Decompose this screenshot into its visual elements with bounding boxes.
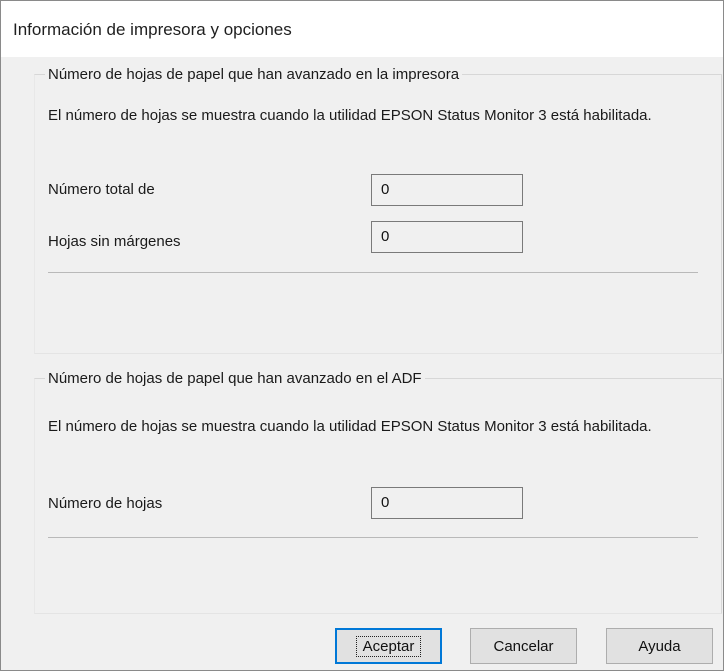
adf-sheets-group: Número de hojas de papel que han avanzad… — [34, 370, 722, 614]
title-bar: Información de impresora y opciones — [1, 1, 723, 57]
total-sheets-field: 0 — [371, 174, 523, 206]
borderless-sheets-label: Hojas sin márgenes — [48, 233, 181, 250]
borderless-sheets-field: 0 — [371, 221, 523, 253]
adf-group-note: El número de hojas se muestra cuando la … — [48, 418, 652, 435]
help-button[interactable]: Ayuda — [606, 628, 713, 664]
ok-button[interactable]: Aceptar — [335, 628, 442, 664]
adf-group-separator — [48, 537, 698, 538]
dialog-window: Información de impresora y opciones Núme… — [0, 0, 724, 671]
dialog-title: Información de impresora y opciones — [13, 20, 292, 39]
printer-group-legend: Número de hojas de papel que han avanzad… — [45, 66, 463, 83]
ok-button-label: Aceptar — [355, 635, 422, 657]
total-sheets-label: Número total de — [48, 181, 155, 198]
printer-group-separator — [48, 272, 698, 273]
adf-sheets-field: 0 — [371, 487, 523, 519]
printer-sheets-group: Número de hojas de papel que han avanzad… — [34, 66, 722, 354]
adf-group-legend: Número de hojas de papel que han avanzad… — [45, 370, 425, 387]
cancel-button[interactable]: Cancelar — [470, 628, 577, 664]
printer-group-note: El número de hojas se muestra cuando la … — [48, 107, 652, 124]
adf-sheets-label: Número de hojas — [48, 495, 163, 512]
